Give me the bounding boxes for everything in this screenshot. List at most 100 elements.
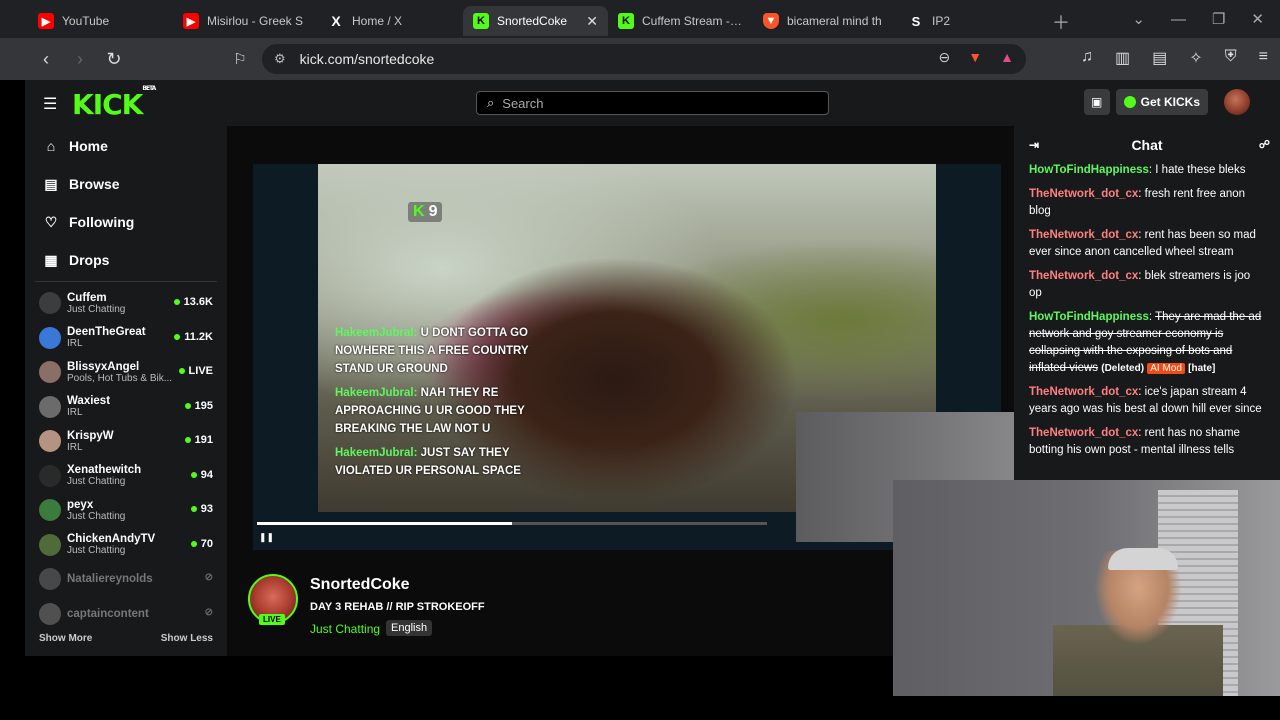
chat-username[interactable]: HowToFindHappiness: [1029, 164, 1149, 176]
browser-tab[interactable]: S IP2: [898, 6, 1043, 36]
tab-title: SnortedCoke: [497, 14, 568, 28]
ai-mod-badge: AI Mod: [1147, 363, 1185, 374]
channel-item[interactable]: Cuffem Just Chatting 13.6K: [25, 286, 227, 321]
nav-following[interactable]: ♡ Following: [25, 203, 227, 241]
browser-tab[interactable]: K Cuffem Stream - W: [608, 6, 753, 36]
chat-username[interactable]: TheNetwork_dot_cx: [1029, 188, 1138, 200]
kick-logo[interactable]: KICKBETA: [72, 85, 156, 121]
x-icon: X: [331, 13, 341, 29]
browser-tab[interactable]: ▶ Misirlou - Greek S: [173, 6, 318, 36]
extensions: ♫ ▥ ▤ ✧ ⛨ ≡: [1081, 48, 1268, 68]
channel-avatar: [39, 499, 61, 522]
show-more-button[interactable]: Show More: [39, 633, 92, 644]
get-kicks-label: Get KICKs: [1140, 95, 1200, 109]
viewer-count-text: 70: [200, 537, 213, 550]
s-icon: S: [911, 13, 921, 29]
collapse-chat-icon[interactable]: ⇥: [1029, 138, 1039, 152]
viewer-count: 94: [190, 469, 213, 481]
channel-avatar: [39, 326, 61, 349]
channel-category: IRL: [67, 441, 83, 453]
channel-item[interactable]: KrispyW IRL 191: [25, 424, 227, 459]
channel-item[interactable]: DeenTheGreat IRL 11.2K: [25, 321, 227, 356]
browser-tab-active[interactable]: K SnortedCoke ✕: [463, 6, 608, 36]
channel-item[interactable]: ChickenAndyTV Just Chatting 70: [25, 528, 227, 563]
vpn-icon[interactable]: ⛨: [1225, 48, 1237, 68]
kick-header: ☰ KICKBETA ⌕ Search ▣ Get KICKs: [25, 80, 1280, 126]
channel-item[interactable]: BlissyxAngel Pools, Hot Tubs & Bik... LIV…: [25, 355, 227, 390]
bookmark-icon[interactable]: ⚐: [226, 45, 254, 73]
channel-name: Nataliereynolds: [67, 573, 153, 586]
nav-label: Home: [69, 138, 108, 154]
chat-message: TheNetwork_dot_cx: fresh rent free anon …: [1014, 184, 1280, 225]
zoom-icon[interactable]: ⊖: [939, 49, 951, 66]
viewer-overlay: K 9: [408, 202, 443, 222]
minimize-icon[interactable]: —: [1171, 11, 1186, 28]
music-icon[interactable]: ♫: [1081, 48, 1093, 68]
browser-tab[interactable]: ▼ bicameral mind th: [753, 6, 898, 36]
sidebar-icon[interactable]: ▥: [1115, 48, 1130, 68]
site-settings-icon[interactable]: ⚙: [274, 51, 286, 67]
viewer-count-text: 13.6K: [183, 296, 213, 308]
viewer-count: 195: [184, 400, 213, 412]
close-tab-icon[interactable]: ✕: [586, 13, 598, 30]
channel-category: Just Chatting: [67, 545, 126, 557]
channel-item-offline[interactable]: captaincontent ⊘: [25, 597, 227, 632]
pause-icon[interactable]: ❚❚: [259, 532, 274, 543]
channel-item[interactable]: Waxiest IRL 195: [25, 390, 227, 425]
hamburger-icon[interactable]: ☰: [43, 94, 57, 114]
chat-username[interactable]: TheNetwork_dot_cx: [1029, 229, 1138, 241]
channel-item[interactable]: peyx Just Chatting 93: [25, 493, 227, 528]
chat-text: I hate these bleks: [1155, 164, 1246, 176]
browser-tab[interactable]: ▶ YouTube: [28, 6, 173, 36]
live-dot-icon: [184, 402, 191, 409]
new-tab-icon[interactable]: ＋: [1052, 9, 1070, 35]
brave-shields-icon[interactable]: ▼: [968, 49, 982, 66]
streamer-name[interactable]: SnortedCoke: [310, 576, 410, 594]
channel-item-offline[interactable]: Nataliereynolds ⊘: [25, 562, 227, 597]
forward-icon[interactable]: ›: [66, 45, 94, 73]
channel-category: Just Chatting: [67, 303, 126, 315]
chat-username[interactable]: HowToFindHappiness: [1029, 311, 1149, 323]
nav-browse[interactable]: ▤ Browse: [25, 165, 227, 203]
chat-header: ⇥ Chat ☍: [1014, 126, 1280, 164]
channel-name: Xenathewitch: [67, 464, 142, 477]
menu-icon[interactable]: ≡: [1259, 48, 1268, 68]
chat-users-icon[interactable]: ☍: [1259, 138, 1270, 151]
search-input[interactable]: ⌕ Search: [476, 91, 829, 115]
webcam-person: [1053, 550, 1223, 696]
get-kicks-button[interactable]: Get KICKs: [1115, 89, 1208, 115]
window-controls: ⌄ — ❐ ✕: [1132, 0, 1280, 38]
chat-overlay: HakeemJubral: U DONT GOTTA GO NOWHERE TH…: [335, 324, 550, 486]
chat-username[interactable]: TheNetwork_dot_cx: [1029, 386, 1138, 398]
brave-rewards-icon[interactable]: ▲: [1000, 49, 1014, 66]
gift-icon[interactable]: ▣: [1083, 89, 1110, 115]
url-bar[interactable]: ⚙ kick.com/snortedcoke ⊖ ▼ ▲: [262, 44, 1026, 74]
browser-tab[interactable]: X Home / X: [318, 6, 463, 36]
show-less-button[interactable]: Show Less: [161, 633, 213, 644]
back-icon[interactable]: ‹: [32, 45, 60, 73]
reload-icon[interactable]: ↻: [100, 45, 128, 73]
live-dot-icon: [190, 506, 197, 512]
viewer-count-text: LIVE: [188, 365, 213, 377]
progress-bar[interactable]: [257, 522, 767, 525]
stream-category[interactable]: Just Chatting: [310, 622, 380, 636]
chat-message: TheNetwork_dot_cx: blek streamers is joo…: [1014, 266, 1280, 307]
webcam-cap: [1108, 548, 1178, 570]
kick-icon: K: [473, 13, 489, 29]
tab-list-icon[interactable]: ⌄: [1132, 10, 1145, 28]
channel-item[interactable]: Xenathewitch Just Chatting 94: [25, 459, 227, 494]
chat-username[interactable]: TheNetwork_dot_cx: [1029, 270, 1138, 282]
user-avatar[interactable]: [1224, 89, 1250, 115]
language-tag[interactable]: English: [386, 620, 433, 636]
close-window-icon[interactable]: ✕: [1251, 10, 1264, 28]
channel-category: IRL: [67, 338, 83, 350]
nav-drops[interactable]: ▦ Drops: [25, 241, 227, 279]
leo-icon[interactable]: ✧: [1189, 48, 1202, 68]
chat-username[interactable]: TheNetwork_dot_cx: [1029, 427, 1138, 439]
channel-avatar: [39, 464, 61, 487]
video-player[interactable]: K 9 HakeemJubral: U DONT GOTTA GO NOWHER…: [253, 164, 1027, 550]
restore-icon[interactable]: ❐: [1212, 10, 1225, 28]
wallet-icon[interactable]: ▤: [1152, 48, 1167, 68]
nav-home[interactable]: ⌂ Home: [25, 127, 227, 165]
viewer-count-text: 11.2K: [184, 330, 213, 343]
